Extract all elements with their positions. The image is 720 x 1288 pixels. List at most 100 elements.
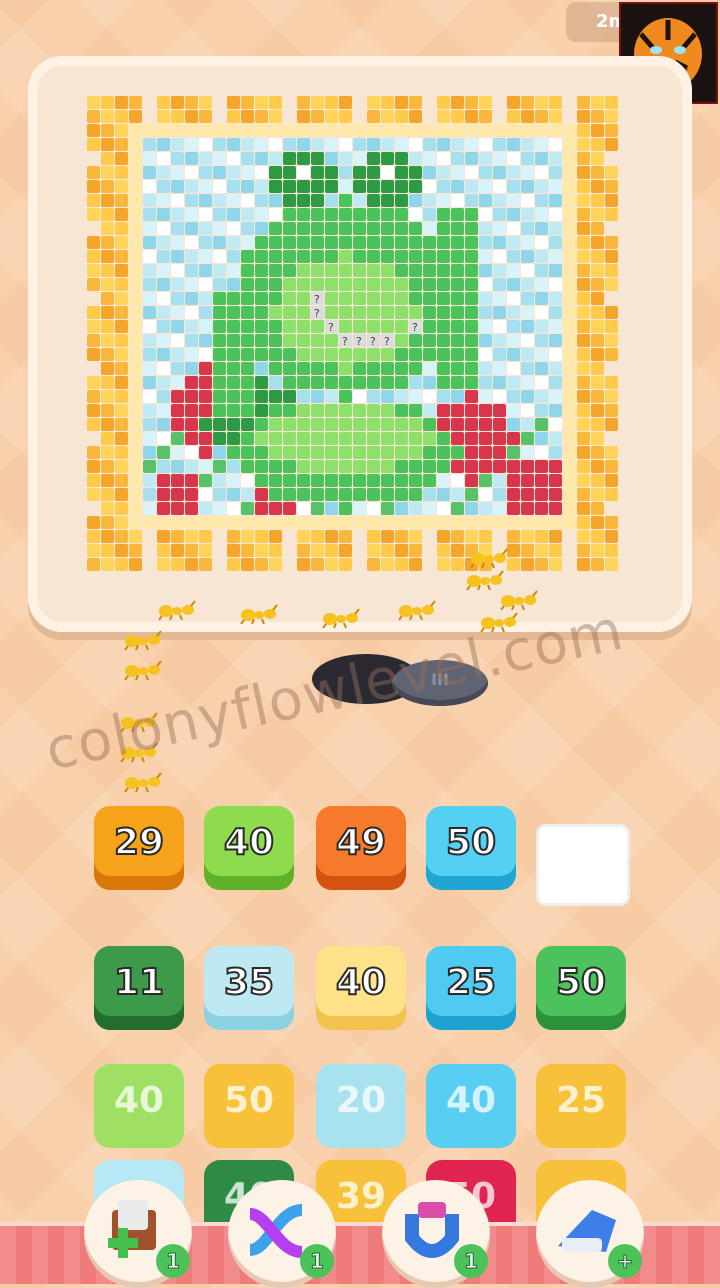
queue-slot-tile[interactable]: 29 <box>94 806 184 890</box>
pixel-cell <box>381 96 394 109</box>
grid-tile[interactable]: 50 <box>536 946 626 1030</box>
pixel-cell <box>591 404 604 417</box>
pixel-cell <box>269 334 282 347</box>
pixel-cell <box>549 418 562 431</box>
pixel-cell <box>143 390 156 403</box>
pixel-cell <box>255 96 268 109</box>
pixel-cell <box>157 194 170 207</box>
pixel-cell <box>507 334 520 347</box>
pixel-cell <box>479 460 492 473</box>
pixel-cell <box>577 404 590 417</box>
pixel-cell <box>269 194 282 207</box>
pixel-cell <box>213 278 226 291</box>
pixel-cell <box>479 194 492 207</box>
pixel-cell <box>129 278 142 291</box>
pixel-cell <box>325 334 338 347</box>
pixel-cell <box>423 124 436 137</box>
grid-tile[interactable]: 25 <box>426 946 516 1030</box>
pixel-cell <box>353 390 366 403</box>
pixel-cell <box>507 432 520 445</box>
pixel-cell <box>381 432 394 445</box>
pixel-cell <box>605 96 618 109</box>
pixel-cell <box>115 530 128 543</box>
pixel-cell <box>437 222 450 235</box>
pixel-cell <box>535 446 548 459</box>
booster-count-badge: 1 <box>300 1244 334 1278</box>
pixel-cell <box>171 236 184 249</box>
pixel-cell <box>591 278 604 291</box>
pixel-cell <box>129 404 142 417</box>
pixel-cell <box>353 306 366 319</box>
pixel-cell <box>353 264 366 277</box>
pixel-cell <box>255 222 268 235</box>
pixel-cell <box>409 488 422 501</box>
pixel-cell <box>199 348 212 361</box>
pixel-cell <box>577 348 590 361</box>
pixel-cell <box>157 278 170 291</box>
pixel-cell <box>157 460 170 473</box>
pixel-cell <box>577 334 590 347</box>
pixel-cell <box>451 530 464 543</box>
pixel-cell <box>325 166 338 179</box>
grid-tile[interactable]: 25 <box>536 1064 626 1148</box>
grid-tile[interactable]: 40 <box>426 1064 516 1148</box>
hidden-cell-mark: ? <box>384 335 390 348</box>
pixel-cell <box>381 138 394 151</box>
pixel-cell <box>521 460 534 473</box>
pixel-cell <box>311 558 324 571</box>
pixel-cell <box>591 446 604 459</box>
grid-tile[interactable]: 40 <box>94 1064 184 1148</box>
queue-slot-tile[interactable]: 50 <box>426 806 516 890</box>
pixel-cell <box>157 390 170 403</box>
pixel-cell <box>199 320 212 333</box>
pixel-cell <box>521 544 534 557</box>
pixel-cell <box>479 96 492 109</box>
pixel-cell <box>297 488 310 501</box>
pixel-cell <box>605 460 618 473</box>
pixel-cell <box>605 446 618 459</box>
pixel-cell <box>409 250 422 263</box>
grid-tile[interactable]: 20 <box>316 1064 406 1148</box>
pixel-cell <box>423 376 436 389</box>
pixel-cell <box>535 278 548 291</box>
queue-slot-tile[interactable]: 49 <box>316 806 406 890</box>
grid-tile[interactable]: 35 <box>204 946 294 1030</box>
pixel-cell <box>353 432 366 445</box>
pixel-cell <box>157 236 170 249</box>
grid-tile[interactable]: 50 <box>204 1064 294 1148</box>
pixel-cell <box>185 334 198 347</box>
pixel-cell <box>157 334 170 347</box>
pixel-cell <box>269 166 282 179</box>
pixel-cell <box>437 180 450 193</box>
pixel-cell <box>563 516 576 529</box>
pixel-cell <box>507 516 520 529</box>
pixel-cell <box>395 124 408 137</box>
pixel-cell <box>241 460 254 473</box>
pixel-cell <box>493 334 506 347</box>
grid-tile[interactable]: 11 <box>94 946 184 1030</box>
pixel-cell <box>129 376 142 389</box>
queue-slot-tile[interactable]: 40 <box>204 806 294 890</box>
pixel-cell <box>479 138 492 151</box>
pixel-cell <box>381 516 394 529</box>
pixel-cell <box>549 138 562 151</box>
pixel-cell <box>101 432 114 445</box>
pixel-cell <box>605 236 618 249</box>
pixel-cell <box>171 250 184 263</box>
pixel-cell <box>241 194 254 207</box>
pixel-cell <box>367 432 380 445</box>
pixel-cell <box>409 362 422 375</box>
pixel-cell <box>437 250 450 263</box>
pixel-cell <box>591 96 604 109</box>
pixel-cell <box>605 334 618 347</box>
pixel-cell <box>479 348 492 361</box>
pixel-cell <box>255 124 268 137</box>
pixel-cell <box>591 194 604 207</box>
pixel-cell <box>129 558 142 571</box>
pixel-cell <box>493 264 506 277</box>
pixel-cell <box>325 138 338 151</box>
pixel-cell <box>143 460 156 473</box>
grid-tile[interactable]: 40 <box>316 946 406 1030</box>
pixel-cell <box>367 96 380 109</box>
pixel-cell <box>339 418 352 431</box>
